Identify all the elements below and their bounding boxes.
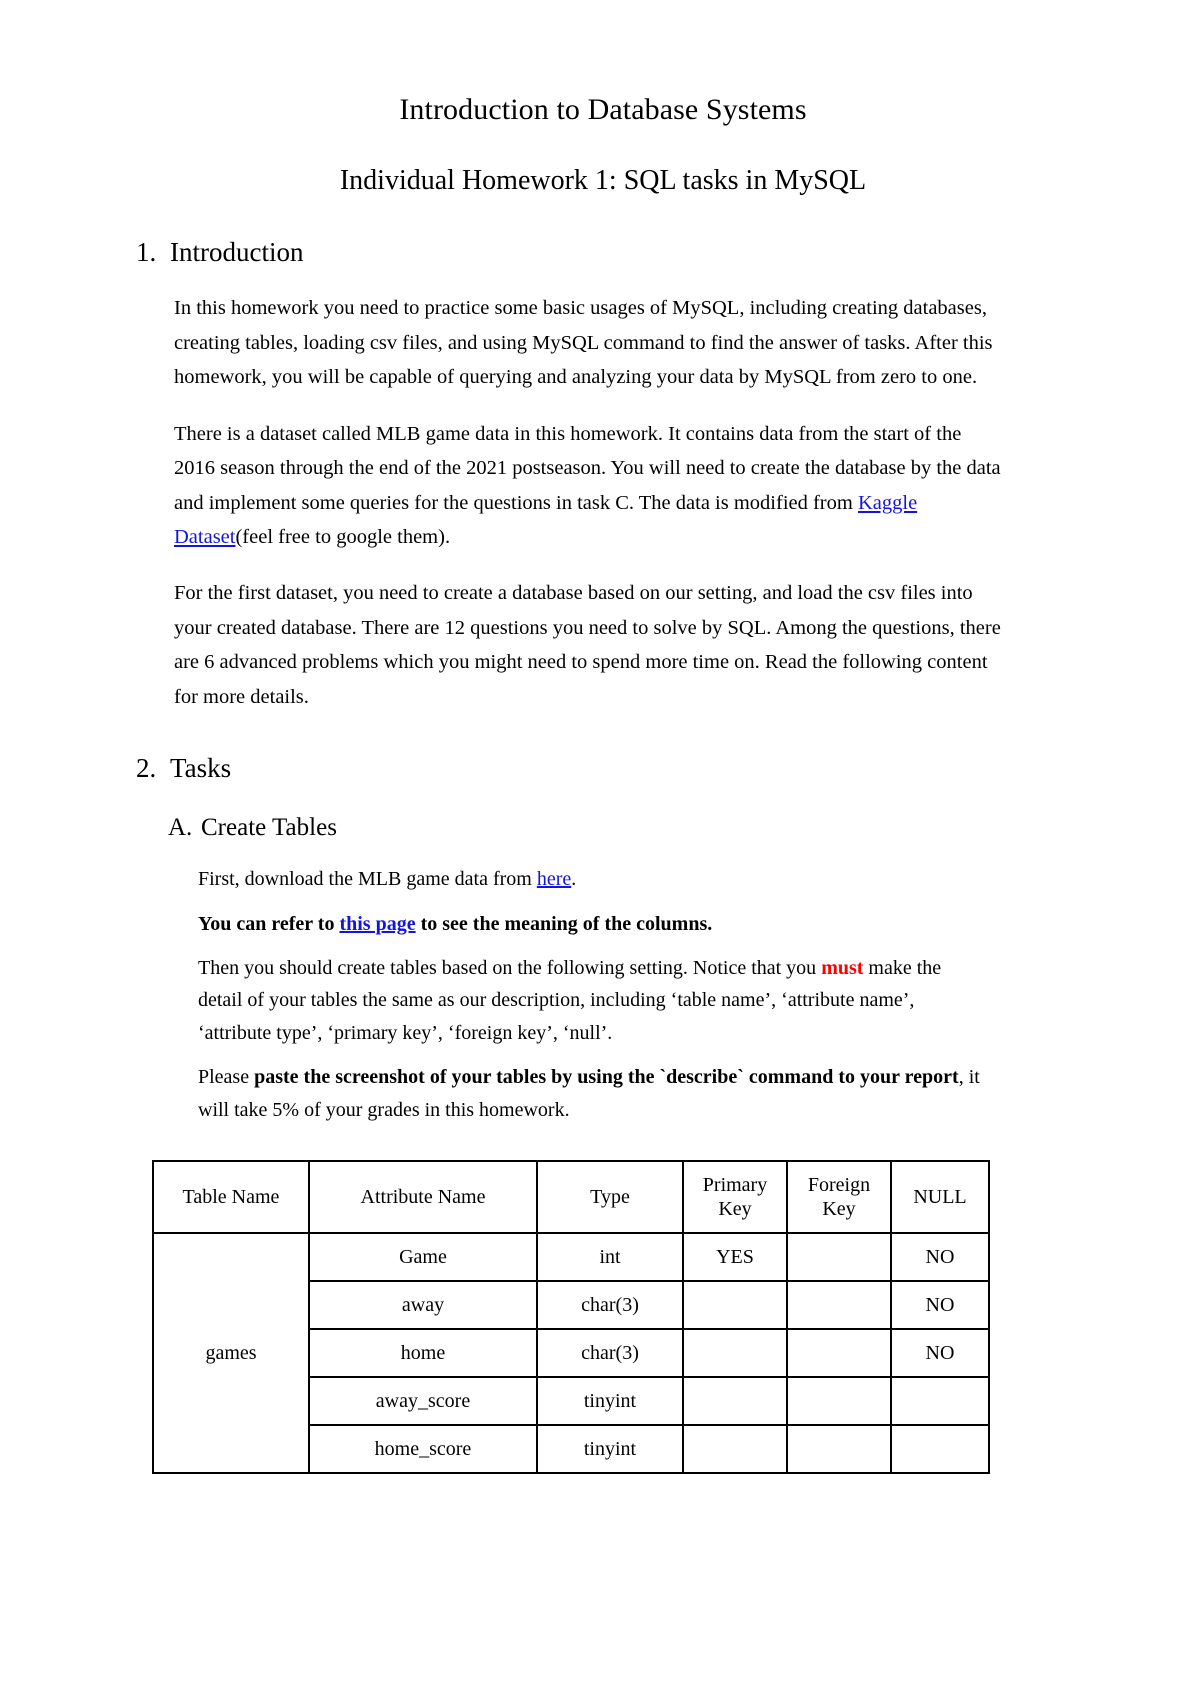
header-null: NULL bbox=[890, 1159, 990, 1234]
heading-introduction-marker: 1. bbox=[136, 236, 157, 267]
cell-null bbox=[890, 1375, 990, 1426]
header-primary-key: Primary Key bbox=[682, 1159, 788, 1234]
header-table-name: Table Name bbox=[152, 1159, 310, 1234]
download-instruction-before: First, download the MLB game data from bbox=[198, 868, 537, 891]
intro-paragraph-2: There is a dataset called MLB game data … bbox=[174, 417, 1004, 555]
cell-attribute: Game bbox=[308, 1231, 538, 1282]
header-foreign-key-line-2: Key bbox=[822, 1197, 856, 1220]
intro-paragraph-3: For the first dataset, you need to creat… bbox=[174, 582, 1001, 708]
cell-primary-key bbox=[682, 1375, 788, 1426]
cell-primary-key: YES bbox=[682, 1231, 788, 1282]
heading-create-tables-marker: A. bbox=[168, 813, 193, 841]
cell-type: char(3) bbox=[536, 1327, 684, 1378]
intro-paragraph-1: In this homework you need to practice so… bbox=[174, 297, 993, 389]
heading-introduction: 1. Introduction bbox=[136, 236, 1070, 270]
download-instruction: First, download the MLB game data from h… bbox=[198, 863, 988, 895]
cell-foreign-key bbox=[786, 1231, 892, 1282]
cell-null bbox=[890, 1423, 990, 1474]
cell-primary-key bbox=[682, 1279, 788, 1330]
column-meaning-before: You can refer to bbox=[198, 912, 340, 935]
cell-foreign-key bbox=[786, 1279, 892, 1330]
cell-null: NO bbox=[890, 1327, 990, 1378]
download-instruction-after: . bbox=[571, 868, 577, 891]
cell-primary-key bbox=[682, 1327, 788, 1378]
cell-null: NO bbox=[890, 1279, 990, 1330]
schema-table-header-row: Table Name Attribute Name Type Primary K… bbox=[152, 1159, 990, 1234]
here-link[interactable]: here bbox=[537, 868, 571, 890]
must-emphasis: must bbox=[821, 956, 864, 979]
heading-introduction-text: Introduction bbox=[170, 236, 304, 267]
heading-tasks-marker: 2. bbox=[136, 753, 157, 784]
create-tables-setting-instruction: Then you should create tables based on t… bbox=[198, 952, 988, 1049]
cell-type: char(3) bbox=[536, 1279, 684, 1330]
create-tables-body: First, download the MLB game data from h… bbox=[198, 863, 998, 1126]
cell-type: tinyint bbox=[536, 1423, 684, 1474]
heading-create-tables: A. Create Tables bbox=[168, 812, 1070, 843]
header-primary-key-line-2: Key bbox=[718, 1197, 752, 1220]
header-foreign-key-line-1: Foreign bbox=[807, 1173, 871, 1196]
screenshot-instruction-bold: paste the screenshot of your tables by u… bbox=[254, 1066, 959, 1089]
cell-primary-key bbox=[682, 1423, 788, 1474]
document-subtitle: Individual Homework 1: SQL tasks in MySQ… bbox=[339, 165, 867, 196]
document-page: Introduction to Database Systems Individ… bbox=[0, 0, 1200, 1695]
table-row: games Game int YES NO bbox=[152, 1231, 990, 1474]
column-meaning-instruction: You can refer to this page to see the me… bbox=[198, 908, 988, 940]
header-foreign-key: Foreign Key bbox=[786, 1159, 892, 1234]
cell-attribute: away_score bbox=[308, 1375, 538, 1426]
cell-type: tinyint bbox=[536, 1375, 684, 1426]
heading-tasks-text: Tasks bbox=[170, 753, 232, 784]
header-type: Type bbox=[536, 1159, 684, 1234]
screenshot-instruction: Please paste the screenshot of your tabl… bbox=[198, 1061, 988, 1126]
cell-type: int bbox=[536, 1231, 684, 1282]
setting-instruction-part-1: Then you should create tables based on t… bbox=[198, 956, 822, 979]
heading-tasks: 2. Tasks bbox=[136, 752, 1070, 786]
introduction-body: In this homework you need to practice so… bbox=[174, 291, 1070, 714]
cell-foreign-key bbox=[786, 1423, 892, 1474]
intro-paragraph-2-text-after: (feel free to google them). bbox=[235, 525, 451, 548]
heading-create-tables-text: Create Tables bbox=[201, 813, 337, 841]
cell-foreign-key bbox=[786, 1375, 892, 1426]
header-attribute-name: Attribute Name bbox=[308, 1159, 538, 1234]
cell-foreign-key bbox=[786, 1327, 892, 1378]
column-meaning-after: to see the meaning of the columns. bbox=[415, 912, 713, 935]
schema-table: Table Name Attribute Name Type Primary K… bbox=[152, 1159, 990, 1474]
cell-null: NO bbox=[890, 1231, 990, 1282]
screenshot-instruction-part-1: Please bbox=[198, 1066, 255, 1089]
cell-attribute: home_score bbox=[308, 1423, 538, 1474]
this-page-link[interactable]: this page bbox=[339, 913, 415, 935]
cell-table-name-games: games bbox=[152, 1231, 310, 1474]
header-primary-key-line-1: Primary bbox=[702, 1173, 768, 1196]
cell-attribute: away bbox=[308, 1279, 538, 1330]
cell-attribute: home bbox=[308, 1327, 538, 1378]
document-title: Introduction to Database Systems bbox=[399, 93, 807, 126]
